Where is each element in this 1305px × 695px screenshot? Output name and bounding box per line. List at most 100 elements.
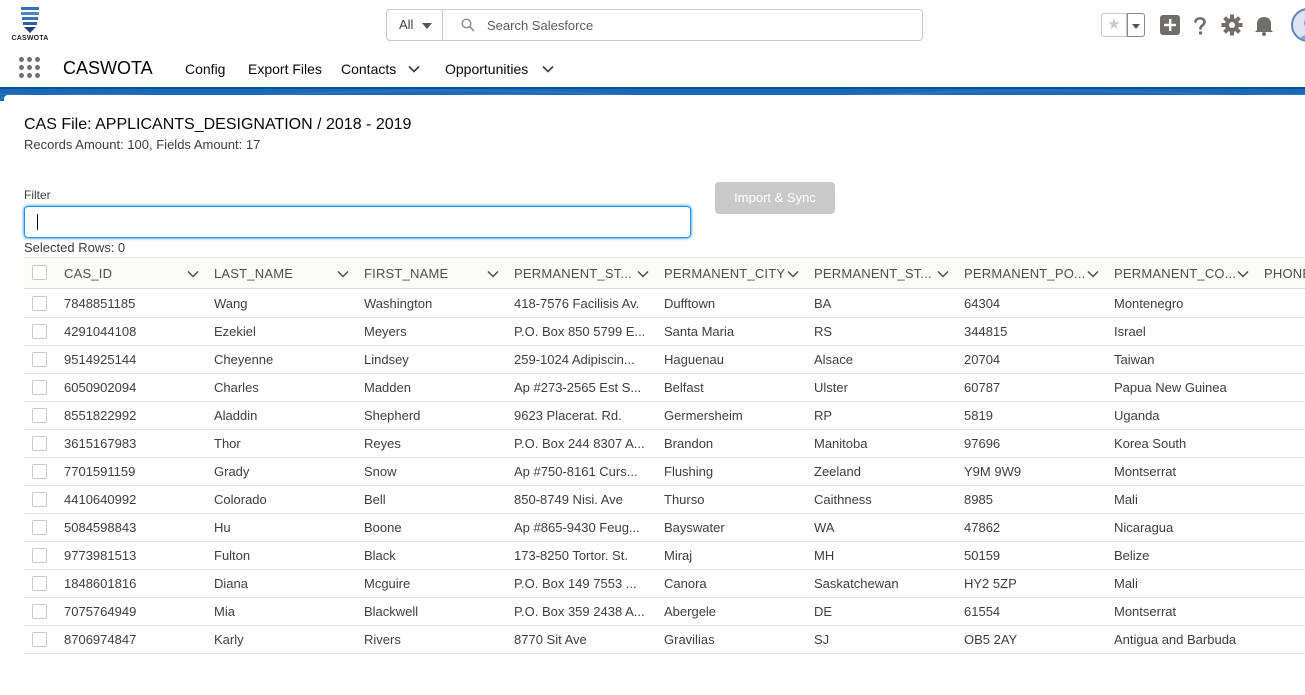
- table-cell: 9773981513: [64, 548, 137, 563]
- table-cell: 8770 Sit Ave: [514, 632, 587, 647]
- table-row[interactable]: 8551822992 Aladdin Shepherd 9623 Placerat. …: [24, 402, 1305, 430]
- table-cell: Boone: [364, 520, 402, 535]
- column-header[interactable]: PERMANENT_CITY: [664, 258, 785, 290]
- chevron-down-icon[interactable]: [637, 270, 649, 278]
- nav-item-contacts[interactable]: Contacts: [341, 61, 396, 77]
- table-row[interactable]: 7848851185 Wang Washington 418-7576 Facilis…: [24, 290, 1305, 318]
- column-header[interactable]: PERMANENT_CO...: [1114, 258, 1236, 290]
- table-cell: Hu: [214, 520, 231, 535]
- chevron-down-icon[interactable]: [487, 270, 499, 278]
- column-header[interactable]: PERMANENT_ST...: [514, 258, 632, 290]
- nav-item-opportunities[interactable]: Opportunities: [445, 61, 528, 77]
- table-row[interactable]: 6050902094 Charles Madden Ap #273-2565 Est …: [24, 374, 1305, 402]
- chevron-down-icon[interactable]: [1087, 270, 1099, 278]
- table-row[interactable]: 7701591159 Grady Snow Ap #750-8161 Curs... F…: [24, 458, 1305, 486]
- table-row[interactable]: 7075764949 Mia Blackwell P.O. Box 359 2438 …: [24, 598, 1305, 626]
- table-cell: Alsace: [814, 352, 854, 367]
- table-cell: Belize: [1114, 548, 1150, 563]
- table-cell: 8985: [964, 492, 993, 507]
- gear-icon[interactable]: [1221, 14, 1243, 36]
- table-cell: 1848601816: [64, 576, 137, 591]
- column-header[interactable]: LAST_NAME: [214, 258, 293, 290]
- chevron-down-icon[interactable]: [408, 65, 420, 73]
- table-cell: Papua New Guinea: [1114, 380, 1227, 395]
- row-checkbox[interactable]: [32, 632, 47, 647]
- table-cell: Snow: [364, 464, 397, 479]
- table-cell: Ap #273-2565 Est S...: [514, 380, 642, 395]
- row-checkbox[interactable]: [32, 492, 47, 507]
- table-row[interactable]: 9773981513 Fulton Black 173-8250 Tortor. St…: [24, 542, 1305, 570]
- table-cell: Taiwan: [1114, 352, 1155, 367]
- filter-input[interactable]: [24, 206, 691, 238]
- table-cell: Mcguire: [364, 576, 411, 591]
- table-row[interactable]: 8706974847 Karly Rivers 8770 Sit Ave Gravili…: [24, 626, 1305, 654]
- caswota-logo[interactable]: CASWOTA: [10, 6, 50, 46]
- table-cell: 5819: [964, 408, 993, 423]
- bell-icon[interactable]: [1253, 14, 1275, 36]
- table-row[interactable]: 4410640992 Colorado Bell 850-8749 Nisi. Ave…: [24, 486, 1305, 514]
- table-row[interactable]: 4291044108 Ezekiel Meyers P.O. Box 850 5799…: [24, 318, 1305, 346]
- table-cell: 173-8250 Tortor. St.: [514, 548, 628, 563]
- avatar[interactable]: [1291, 8, 1305, 42]
- app-launcher-icon[interactable]: [19, 57, 41, 79]
- nav-item-export-files[interactable]: Export Files: [248, 61, 322, 77]
- table-cell: 50159: [964, 548, 1001, 563]
- table-cell: Canora: [664, 576, 707, 591]
- row-checkbox[interactable]: [32, 576, 47, 591]
- row-checkbox[interactable]: [32, 296, 47, 311]
- search-input[interactable]: [487, 11, 907, 39]
- table-row[interactable]: 9514925144 Cheyenne Lindsey 259-1024 Adipis…: [24, 346, 1305, 374]
- column-header[interactable]: PHONE: [1264, 258, 1305, 290]
- table-cell: Uganda: [1114, 408, 1160, 423]
- user-avatar-icon: [1298, 19, 1305, 40]
- column-header[interactable]: CAS_ID: [64, 258, 112, 290]
- table-cell: Karly: [214, 632, 244, 647]
- import-sync-button[interactable]: Import & Sync: [715, 182, 835, 214]
- row-checkbox[interactable]: [32, 408, 47, 423]
- chevron-down-icon[interactable]: [1237, 270, 1249, 278]
- table-cell: Haguenau: [664, 352, 724, 367]
- table-cell: Bayswater: [664, 520, 725, 535]
- help-icon[interactable]: [1189, 14, 1211, 36]
- column-header[interactable]: FIRST_NAME: [364, 258, 448, 290]
- row-checkbox[interactable]: [32, 604, 47, 619]
- table-cell: Mali: [1114, 576, 1138, 591]
- row-checkbox[interactable]: [32, 436, 47, 451]
- table-cell: Ap #865-9430 Feug...: [514, 520, 640, 535]
- row-checkbox[interactable]: [32, 324, 47, 339]
- chevron-down-icon[interactable]: [187, 270, 199, 278]
- page-title: CAS File: APPLICANTS_DESIGNATION / 2018 …: [24, 116, 412, 133]
- table-cell: OB5 2AY: [964, 632, 1018, 647]
- table-cell: 8551822992: [64, 408, 137, 423]
- column-header[interactable]: PERMANENT_PO...: [964, 258, 1085, 290]
- table-cell: Bell: [364, 492, 386, 507]
- row-checkbox[interactable]: [32, 520, 47, 535]
- table-cell: Zeeland: [814, 464, 861, 479]
- table-cell: P.O. Box 850 5799 E...: [514, 324, 646, 339]
- nav-item-config[interactable]: Config: [185, 61, 225, 77]
- select-all-checkbox[interactable]: [32, 265, 47, 280]
- table-row[interactable]: 5084598843 Hu Boone Ap #865-9430 Feug... Bay…: [24, 514, 1305, 542]
- table-cell: RP: [814, 408, 833, 423]
- table-cell: Abergele: [664, 604, 717, 619]
- chevron-down-icon[interactable]: [542, 65, 554, 73]
- chevron-down-icon[interactable]: [787, 270, 799, 278]
- chevron-down-icon[interactable]: [337, 270, 349, 278]
- row-checkbox[interactable]: [32, 352, 47, 367]
- row-checkbox[interactable]: [32, 548, 47, 563]
- row-checkbox[interactable]: [32, 464, 47, 479]
- table-row[interactable]: 3615167983 Thor Reyes P.O. Box 244 8307 A..…: [24, 430, 1305, 458]
- add-icon[interactable]: [1159, 14, 1181, 36]
- logo-text: CASWOTA: [11, 35, 49, 42]
- search-scope-dropdown[interactable]: All: [387, 10, 443, 40]
- column-header[interactable]: PERMANENT_ST...: [814, 258, 932, 290]
- search-icon: [461, 18, 475, 32]
- favorite-star-icon[interactable]: ★: [1101, 13, 1127, 37]
- table-cell: HY2 5ZP: [964, 576, 1017, 591]
- row-checkbox[interactable]: [32, 380, 47, 395]
- favorites-menu-button[interactable]: [1127, 13, 1145, 37]
- table-cell: Antigua and Barbuda: [1114, 632, 1237, 647]
- chevron-down-icon[interactable]: [937, 270, 949, 278]
- table-cell: P.O. Box 359 2438 A...: [514, 604, 645, 619]
- table-row[interactable]: 1848601816 Diana Mcguire P.O. Box 149 7553 …: [24, 570, 1305, 598]
